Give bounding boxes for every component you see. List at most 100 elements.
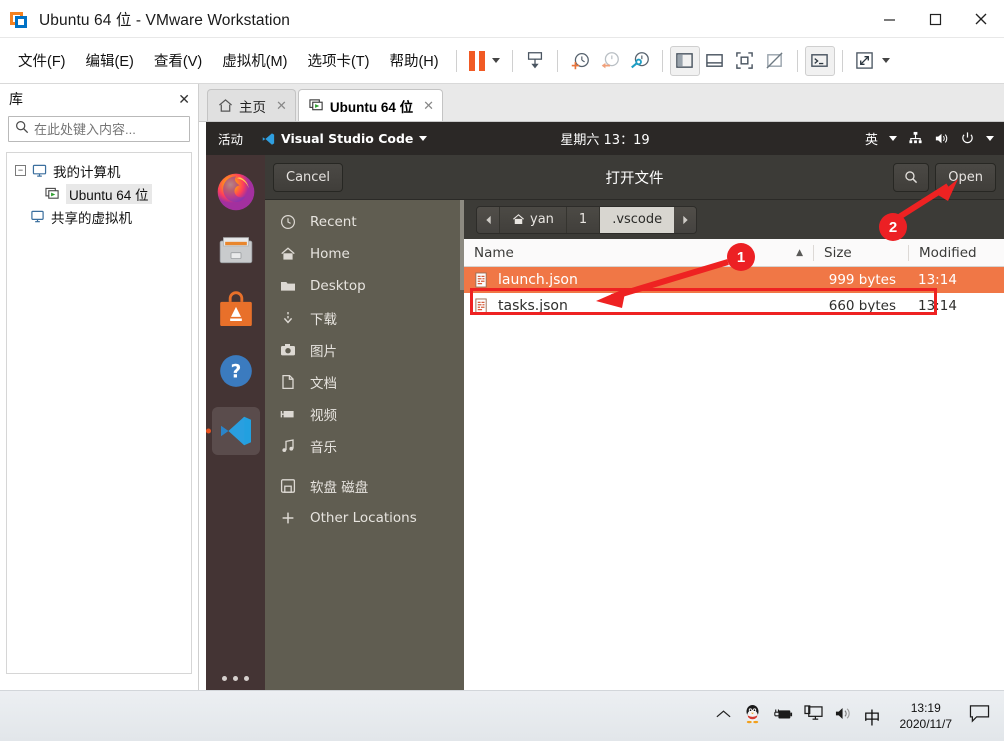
tree-item-my-computer[interactable]: − 我的计算机 bbox=[11, 159, 187, 182]
home-icon bbox=[279, 246, 296, 262]
place-music[interactable]: 音乐 bbox=[265, 430, 464, 462]
toolbar-separator bbox=[661, 49, 663, 72]
pathbar-crumb-vscode[interactable]: .vscode bbox=[599, 206, 675, 233]
pause-button[interactable] bbox=[464, 46, 490, 76]
unity-icon bbox=[766, 52, 783, 69]
pause-dropdown-chevron-down-icon[interactable] bbox=[491, 58, 500, 63]
pathbar-back-button[interactable] bbox=[477, 206, 499, 233]
search-button[interactable] bbox=[893, 162, 930, 192]
open-button[interactable]: Open bbox=[935, 162, 996, 192]
tree-item-ubuntu-vm[interactable]: Ubuntu 64 位 bbox=[11, 182, 187, 205]
menu-help[interactable]: 帮助(H) bbox=[379, 46, 448, 75]
menu-view[interactable]: 查看(V) bbox=[144, 46, 212, 75]
column-header-modified[interactable]: Modified bbox=[908, 244, 1004, 261]
menu-tabs[interactable]: 选项卡(T) bbox=[297, 46, 379, 75]
clock-time: 13:19 bbox=[910, 700, 941, 715]
pathbar-crumb-yan[interactable]: yan bbox=[499, 206, 566, 233]
menu-file[interactable]: 文件(F) bbox=[8, 46, 76, 75]
column-header-size[interactable]: Size bbox=[813, 244, 908, 261]
place-documents[interactable]: 文档 bbox=[265, 366, 464, 398]
fullscreen-icon bbox=[736, 52, 753, 69]
vm-viewport[interactable]: 活动 Visual Studio Code 星期六 13：19 英 ? Canc… bbox=[206, 122, 1004, 691]
volume-icon[interactable] bbox=[834, 705, 853, 727]
send-ctrl-alt-del-button[interactable] bbox=[520, 46, 550, 76]
place-videos[interactable]: 视频 bbox=[265, 398, 464, 430]
place-desktop[interactable]: Desktop bbox=[265, 270, 464, 302]
battery-charging-icon[interactable] bbox=[773, 706, 793, 727]
tab-ubuntu-64[interactable]: Ubuntu 64 位 ✕ bbox=[297, 89, 444, 121]
expander-icon[interactable]: − bbox=[15, 165, 26, 176]
file-name: launch.json bbox=[498, 272, 578, 288]
place-floppy-disk[interactable]: 软盘 磁盘 bbox=[265, 470, 464, 502]
place-recent[interactable]: Recent bbox=[265, 206, 464, 238]
minimize-button[interactable] bbox=[866, 0, 912, 38]
file-modified: 13:14 bbox=[918, 272, 957, 288]
stretch-button[interactable] bbox=[850, 46, 880, 76]
input-method-label[interactable]: 英 bbox=[865, 129, 878, 148]
revert-snapshot-button[interactable] bbox=[595, 46, 625, 76]
table-row[interactable]: tasks.json 660 bytes 13:14 bbox=[464, 293, 1004, 319]
chevron-down-icon[interactable] bbox=[889, 136, 897, 141]
display-icon[interactable] bbox=[803, 705, 823, 727]
chevron-right-icon bbox=[682, 215, 688, 224]
library-search[interactable] bbox=[8, 116, 220, 142]
dock-item-firefox[interactable] bbox=[212, 167, 260, 215]
chevron-down-icon[interactable] bbox=[419, 136, 428, 141]
menu-edit[interactable]: 编辑(E) bbox=[76, 46, 144, 75]
tab-close-icon[interactable]: ✕ bbox=[276, 98, 287, 114]
place-pictures[interactable]: 图片 bbox=[265, 334, 464, 366]
tree-item-shared-vms[interactable]: 共享的虚拟机 bbox=[11, 205, 187, 228]
close-button[interactable] bbox=[958, 0, 1004, 38]
column-label: Name bbox=[474, 244, 514, 261]
show-thumbnail-bar-button[interactable] bbox=[700, 46, 730, 76]
full-screen-button[interactable] bbox=[730, 46, 760, 76]
home-icon bbox=[219, 99, 232, 112]
place-downloads[interactable]: 下载 bbox=[265, 302, 464, 334]
pathbar-crumb-1[interactable]: 1 bbox=[565, 206, 600, 233]
dock-item-visual-studio-code[interactable] bbox=[206, 407, 260, 455]
dock-item-help[interactable]: ? bbox=[212, 347, 260, 395]
tree-item-label: 共享的虚拟机 bbox=[51, 210, 132, 226]
clock-date: 2020/11/7 bbox=[899, 717, 953, 731]
console-button[interactable] bbox=[804, 45, 835, 76]
taskbar-clock[interactable]: 13:19 2020/11/7 bbox=[900, 700, 953, 732]
active-app-label: Visual Studio Code bbox=[281, 131, 414, 146]
ubuntu-status-menu[interactable]: 英 bbox=[865, 129, 994, 148]
manage-snapshots-button[interactable] bbox=[625, 46, 655, 76]
camera-icon bbox=[279, 342, 296, 358]
cancel-button[interactable]: Cancel bbox=[273, 162, 344, 192]
notification-icon[interactable] bbox=[969, 704, 998, 728]
send-key-icon bbox=[527, 51, 542, 68]
menu-vm[interactable]: 虚拟机(M) bbox=[212, 46, 297, 75]
take-snapshot-button[interactable] bbox=[565, 46, 595, 76]
search-icon bbox=[905, 171, 918, 184]
library-search-input[interactable] bbox=[34, 121, 210, 137]
qq-penguin-icon[interactable] bbox=[743, 703, 762, 729]
maximize-button[interactable] bbox=[912, 0, 958, 38]
table-row[interactable]: launch.json 999 bytes 13:14 bbox=[464, 267, 1004, 293]
column-header-name[interactable]: Name ▲ bbox=[464, 245, 813, 261]
dock-item-ubuntu-software[interactable] bbox=[212, 287, 260, 335]
stretch-dropdown-chevron-down-icon[interactable] bbox=[881, 58, 890, 63]
unity-mode-button[interactable] bbox=[760, 46, 790, 76]
pathbar-forward-button[interactable] bbox=[674, 206, 697, 233]
show-library-button[interactable] bbox=[669, 45, 700, 76]
chevron-up-icon[interactable] bbox=[715, 707, 732, 725]
activities-button[interactable]: 活动 bbox=[218, 129, 243, 148]
pathbar: yan 1 .vscode bbox=[476, 205, 698, 234]
chevron-down-icon[interactable] bbox=[986, 136, 994, 141]
tab-close-icon[interactable]: ✕ bbox=[423, 98, 434, 114]
vscode-icon bbox=[220, 416, 251, 446]
show-applications-icon[interactable] bbox=[206, 676, 265, 681]
running-indicator-icon bbox=[206, 428, 211, 434]
ubuntu-clock[interactable]: 星期六 13：19 bbox=[560, 129, 649, 148]
place-home[interactable]: Home bbox=[265, 238, 464, 270]
menubar: 文件(F) 编辑(E) 查看(V) 虚拟机(M) 选项卡(T) 帮助(H) bbox=[0, 38, 1004, 84]
dock-item-files[interactable] bbox=[212, 227, 260, 275]
file-name-cell: launch.json bbox=[464, 272, 813, 288]
tab-home[interactable]: 主页 ✕ bbox=[207, 89, 296, 121]
place-other-locations[interactable]: Other Locations bbox=[265, 502, 464, 534]
active-app-menu[interactable]: Visual Studio Code bbox=[261, 131, 428, 146]
library-close-icon[interactable]: ✕ bbox=[178, 91, 190, 108]
ime-indicator[interactable]: 中 bbox=[864, 704, 881, 729]
